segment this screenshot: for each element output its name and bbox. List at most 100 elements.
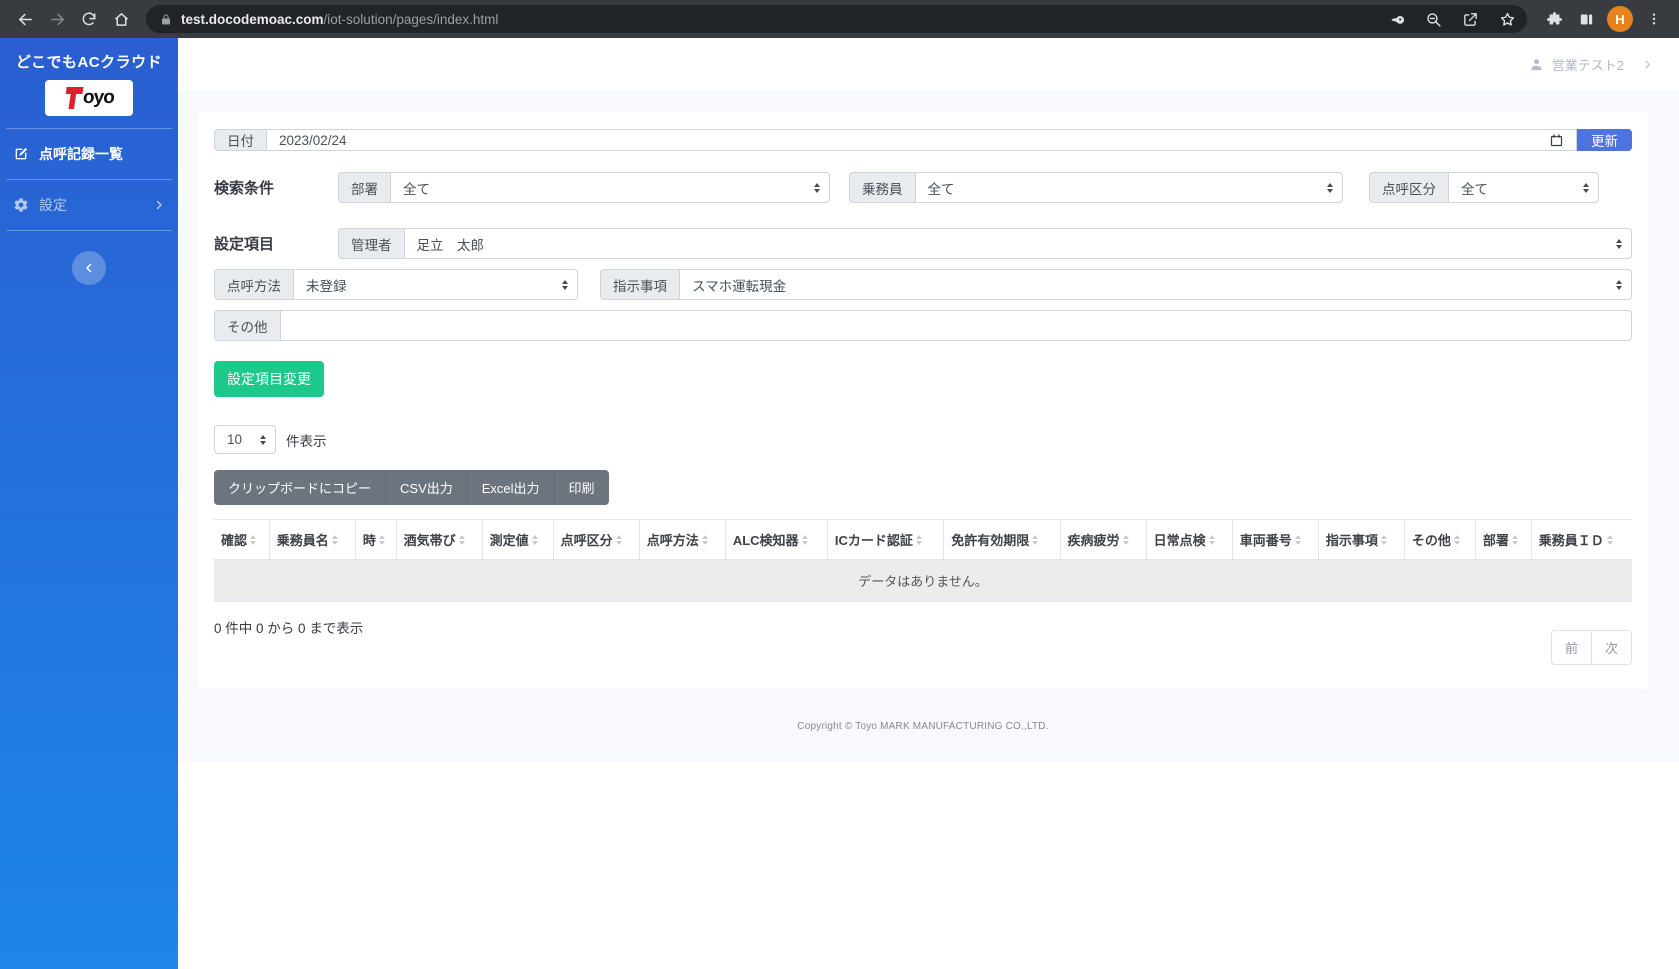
settings-section-label: 設定項目	[214, 233, 338, 254]
select-arrows-icon	[1327, 183, 1333, 193]
sort-icon	[379, 535, 385, 545]
next-page-button[interactable]: 次	[1591, 630, 1632, 665]
rollcall-type-label: 点呼区分	[1369, 172, 1448, 203]
update-button[interactable]: 更新	[1577, 129, 1632, 151]
edit-pencil-icon	[13, 146, 29, 162]
sort-icon	[1607, 535, 1613, 545]
rollcall-method-group: 点呼方法 未登録	[214, 269, 578, 300]
column-header-department[interactable]: 部署	[1475, 520, 1531, 560]
change-settings-button[interactable]: 設定項目変更	[214, 361, 324, 397]
toyo-logo: oyo	[45, 80, 133, 116]
select-arrows-icon	[562, 280, 568, 290]
department-filter-group: 部署 全て	[338, 172, 830, 203]
forward-icon[interactable]	[42, 4, 72, 34]
excel-export-button[interactable]: Excel出力	[467, 470, 554, 505]
settings-manager-row: 設定項目 管理者 足立 太郎	[214, 228, 1632, 259]
sort-icon	[616, 535, 622, 545]
manager-select[interactable]: 足立 太郎	[404, 228, 1633, 259]
select-arrows-icon	[260, 435, 266, 445]
other-group: その他	[214, 310, 1632, 341]
home-icon[interactable]	[106, 4, 136, 34]
url-bar[interactable]: test.docodemoac.com/iot-solution/pages/i…	[146, 5, 1527, 33]
bookmark-star-icon[interactable]	[1493, 5, 1521, 33]
rollcall-table: 確認 乗務員名 時 酒気帯び 測定値 点呼区分 点呼方法 ALC検知器 ICカー…	[214, 519, 1632, 602]
profile-avatar[interactable]: H	[1607, 6, 1633, 32]
manager-group: 管理者 足立 太郎	[338, 228, 1632, 259]
sort-icon	[802, 535, 808, 545]
sidebar-collapse-button[interactable]	[72, 251, 106, 285]
other-label: その他	[214, 310, 280, 341]
sidebar-item-settings[interactable]: 設定	[0, 180, 178, 230]
empty-data-row: データはありません。	[214, 560, 1632, 602]
topbar: 営業テスト2	[178, 38, 1679, 90]
previous-page-button[interactable]: 前	[1551, 630, 1591, 665]
rollcall-type-select[interactable]: 全て	[1448, 172, 1599, 203]
sort-icon	[1123, 535, 1129, 545]
export-button-group: クリップボードにコピー CSV出力 Excel出力 印刷	[214, 470, 609, 505]
date-filter-group: 日付 更新	[214, 129, 1632, 151]
sort-icon	[459, 535, 465, 545]
column-header-rollcall-method[interactable]: 点呼方法	[639, 520, 725, 560]
empty-data-message: データはありません。	[214, 560, 1632, 602]
sidebar-item-rollcall-records[interactable]: 点呼記録一覧	[0, 129, 178, 179]
column-header-alc-detector[interactable]: ALC検知器	[725, 520, 827, 560]
back-icon[interactable]	[10, 4, 40, 34]
column-header-crew-id[interactable]: 乗務員ＩＤ	[1531, 520, 1632, 560]
copy-to-clipboard-button[interactable]: クリップボードにコピー	[214, 470, 385, 505]
zoom-out-icon[interactable]	[1419, 5, 1447, 33]
password-key-icon[interactable]	[1382, 5, 1410, 33]
copyright-text: Copyright © Toyo MARK MANUFACTURING CO.,…	[797, 721, 1048, 732]
user-menu-chevron-icon[interactable]	[1642, 59, 1653, 70]
column-header-time[interactable]: 時	[355, 520, 396, 560]
column-header-alcohol[interactable]: 酒気帯び	[396, 520, 482, 560]
csv-export-button[interactable]: CSV出力	[385, 470, 467, 505]
lock-icon	[160, 13, 172, 26]
date-input[interactable]	[279, 133, 1549, 148]
column-header-other[interactable]: その他	[1404, 520, 1475, 560]
rollcall-method-select[interactable]: 未登録	[293, 269, 578, 300]
column-header-crew-name[interactable]: 乗務員名	[269, 520, 355, 560]
sort-icon	[1381, 535, 1387, 545]
share-icon[interactable]	[1456, 5, 1484, 33]
column-header-license-expiry[interactable]: 免許有効期限	[944, 520, 1060, 560]
search-section-label: 検索条件	[214, 177, 338, 198]
column-header-vehicle-number[interactable]: 車両番号	[1232, 520, 1318, 560]
instructions-group: 指示事項 スマホ運転現金	[600, 269, 1632, 300]
instructions-select[interactable]: スマホ運転現金	[679, 269, 1632, 300]
crew-select[interactable]: 全て	[915, 172, 1344, 203]
sort-icon	[1032, 535, 1038, 545]
table-footer-row: 0 件中 0 から 0 まで表示 前 次	[214, 617, 1632, 665]
column-header-rollcall-type[interactable]: 点呼区分	[553, 520, 639, 560]
gear-icon	[13, 197, 29, 213]
copyright-footer: Copyright © Toyo MARK MANUFACTURING CO.,…	[198, 689, 1648, 763]
column-header-daily-inspection[interactable]: 日常点検	[1146, 520, 1232, 560]
select-arrows-icon	[1583, 183, 1589, 193]
other-input[interactable]	[293, 318, 1620, 333]
app-title: どこでもACクラウド	[0, 38, 178, 78]
sort-icon	[250, 535, 256, 545]
column-header-instructions[interactable]: 指示事項	[1318, 520, 1404, 560]
pagination: 前 次	[1551, 630, 1632, 665]
side-panel-icon[interactable]	[1571, 4, 1601, 34]
browser-menu-icon[interactable]	[1639, 4, 1669, 34]
print-button[interactable]: 印刷	[554, 470, 609, 505]
page-length-select[interactable]: 10	[214, 425, 276, 454]
sort-icon	[1295, 535, 1301, 545]
select-arrows-icon	[814, 183, 820, 193]
date-input-wrap	[266, 129, 1577, 151]
column-header-confirm[interactable]: 確認	[214, 520, 269, 560]
reload-icon[interactable]	[74, 4, 104, 34]
column-header-illness-fatigue[interactable]: 疾病疲労	[1060, 520, 1146, 560]
url-text: test.docodemoac.com/iot-solution/pages/i…	[181, 12, 1373, 27]
column-header-measurement[interactable]: 測定値	[482, 520, 553, 560]
calendar-icon[interactable]	[1549, 133, 1564, 148]
search-conditions-row: 検索条件 部署 全て 乗務員 全て 点呼区分 全て	[214, 172, 1632, 203]
user-name[interactable]: 営業テスト2	[1552, 55, 1624, 74]
extensions-puzzle-icon[interactable]	[1539, 4, 1569, 34]
column-header-ic-card-auth[interactable]: ICカード認証	[827, 520, 943, 560]
sidebar-divider	[6, 230, 172, 231]
sort-icon	[702, 535, 708, 545]
select-arrows-icon	[1616, 280, 1622, 290]
select-arrows-icon	[1616, 239, 1622, 249]
department-select[interactable]: 全て	[390, 172, 830, 203]
